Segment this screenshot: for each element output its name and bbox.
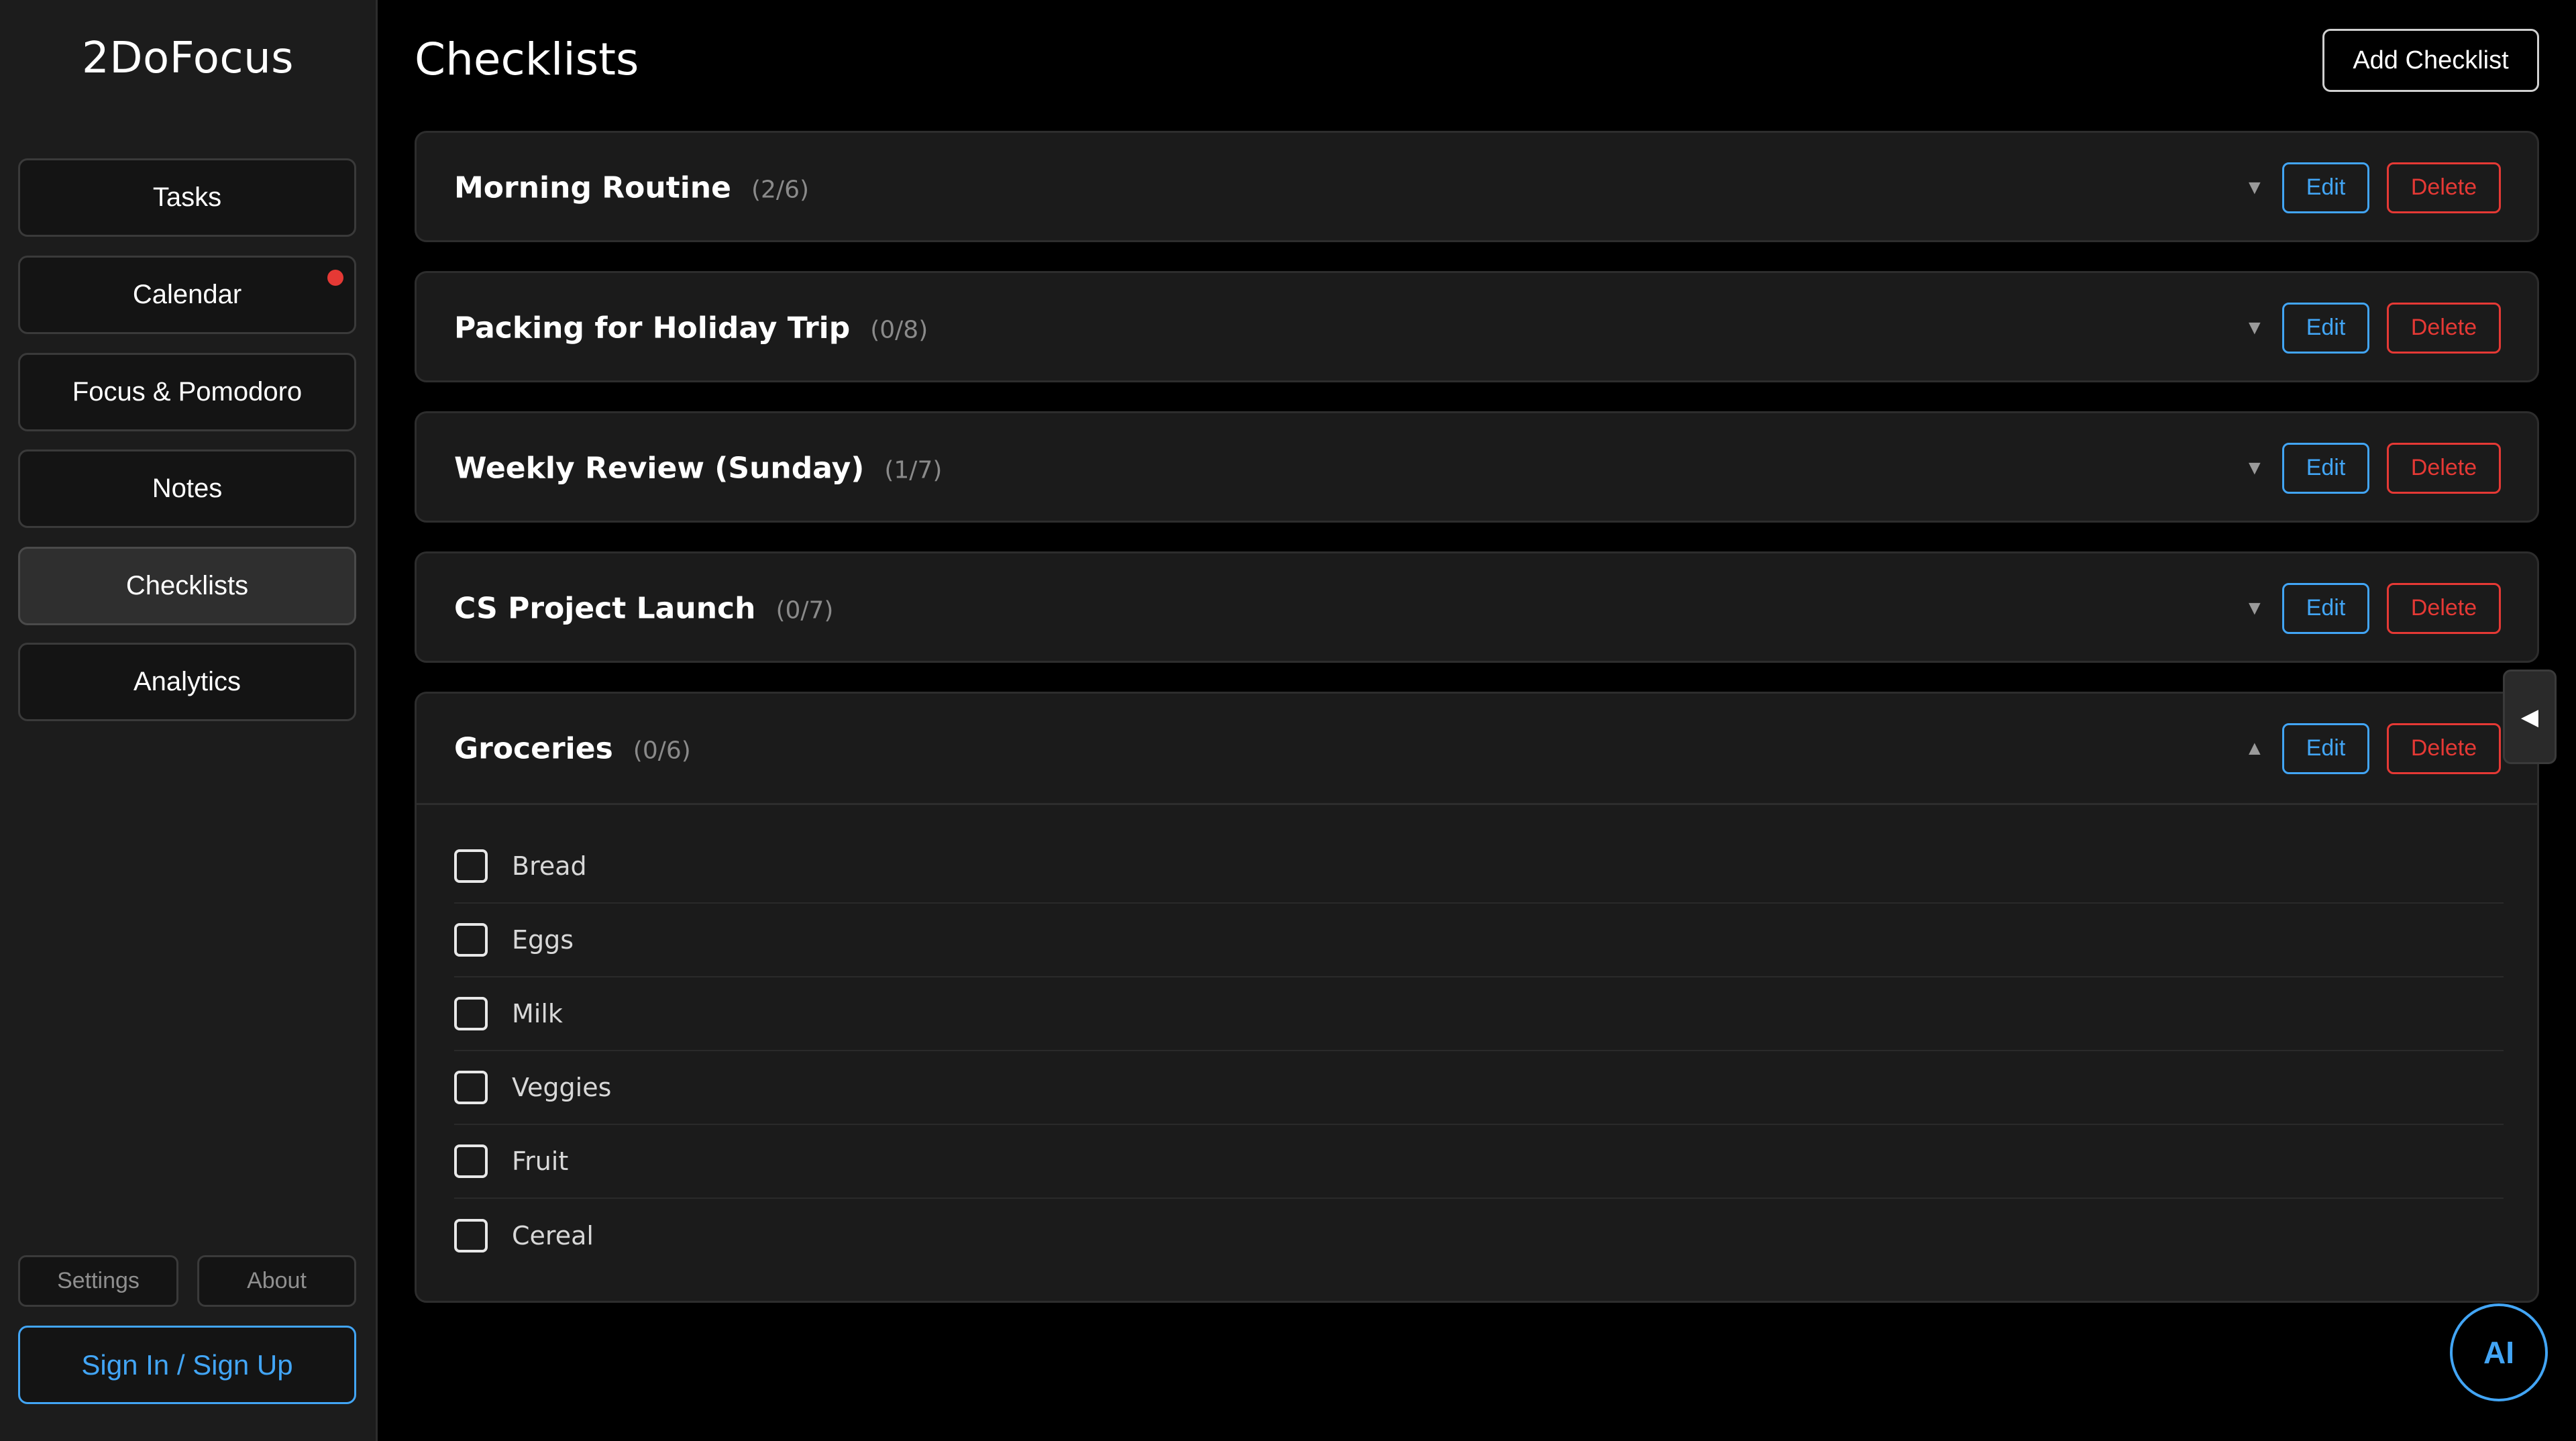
- item-checkbox[interactable]: [454, 849, 488, 883]
- item-label: Veggies: [512, 1073, 612, 1102]
- item-label: Milk: [512, 999, 563, 1028]
- item-checkbox[interactable]: [454, 1144, 488, 1178]
- checklist-title-group: Morning Routine (2/6): [454, 170, 809, 205]
- triangle-left-icon: ◀: [2520, 704, 2539, 730]
- checklist-card: Packing for Holiday Trip (0/8) ▼ Edit De…: [415, 271, 2539, 382]
- delete-button[interactable]: Delete: [2387, 162, 2501, 213]
- item-checkbox[interactable]: [454, 923, 488, 957]
- sidebar-item-label: Notes: [152, 474, 223, 503]
- sidebar-item-label: Analytics: [133, 667, 241, 696]
- sidebar-item-analytics[interactable]: Analytics: [18, 643, 356, 721]
- triangle-down-icon[interactable]: ▼: [2245, 317, 2265, 339]
- delete-button[interactable]: Delete: [2387, 302, 2501, 354]
- sidebar-item-label: Calendar: [132, 280, 242, 309]
- sidebar-item-calendar[interactable]: Calendar: [18, 256, 356, 334]
- checklist-header[interactable]: Groceries (0/6) ▲ Edit Delete: [417, 694, 2537, 803]
- sidebar-item-checklists[interactable]: Checklists: [18, 547, 356, 625]
- item-label: Cereal: [512, 1221, 594, 1250]
- checklist-name: Groceries: [454, 731, 613, 765]
- sidebar: 2DoFocus Tasks Calendar Focus & Pomodoro…: [0, 0, 378, 1441]
- page-title: Checklists: [415, 34, 639, 85]
- checklist-items: Bread Eggs Milk Veggies Fruit Cereal: [417, 803, 2537, 1252]
- list-item[interactable]: Eggs: [454, 904, 2504, 977]
- list-item[interactable]: Milk: [454, 977, 2504, 1051]
- list-item[interactable]: Veggies: [454, 1051, 2504, 1125]
- sidebar-item-tasks[interactable]: Tasks: [18, 158, 356, 237]
- checklist-name: Packing for Holiday Trip: [454, 311, 851, 345]
- triangle-down-icon[interactable]: ▼: [2245, 176, 2265, 199]
- checklist-header[interactable]: Morning Routine (2/6) ▼ Edit Delete: [417, 133, 2537, 242]
- list-item[interactable]: Cereal: [454, 1199, 2504, 1273]
- checklist-card: Weekly Review (Sunday) (1/7) ▼ Edit Dele…: [415, 411, 2539, 523]
- app-root: 2DoFocus Tasks Calendar Focus & Pomodoro…: [0, 0, 2576, 1441]
- edit-button[interactable]: Edit: [2282, 723, 2369, 774]
- checklist-progress: (1/7): [884, 456, 943, 484]
- checklist-header[interactable]: CS Project Launch (0/7) ▼ Edit Delete: [417, 553, 2537, 663]
- sidebar-item-label: Checklists: [125, 571, 249, 600]
- triangle-down-icon[interactable]: ▼: [2245, 597, 2265, 620]
- ai-assistant-button[interactable]: AI: [2450, 1303, 2548, 1401]
- item-label: Eggs: [512, 925, 574, 955]
- edit-button[interactable]: Edit: [2282, 582, 2369, 634]
- checklist-title-group: Groceries (0/6): [454, 731, 691, 765]
- sign-in-button[interactable]: Sign In / Sign Up: [18, 1326, 356, 1404]
- sidebar-item-notes[interactable]: Notes: [18, 449, 356, 528]
- sidebar-item-label: Tasks: [152, 182, 222, 212]
- checklist-header[interactable]: Packing for Holiday Trip (0/8) ▼ Edit De…: [417, 273, 2537, 382]
- panel-toggle-button[interactable]: ◀: [2503, 670, 2557, 764]
- delete-button[interactable]: Delete: [2387, 582, 2501, 634]
- edit-button[interactable]: Edit: [2282, 442, 2369, 494]
- item-label: Fruit: [512, 1146, 569, 1176]
- list-item[interactable]: Bread: [454, 830, 2504, 904]
- app-logo: 2DoFocus: [82, 34, 294, 83]
- add-checklist-button[interactable]: Add Checklist: [2322, 29, 2539, 92]
- checklist-title-group: Weekly Review (Sunday) (1/7): [454, 451, 942, 485]
- checklist-progress: (0/8): [870, 316, 928, 343]
- checklist-card-expanded: Groceries (0/6) ▲ Edit Delete Bread Eggs…: [415, 692, 2539, 1303]
- checklist-name: Weekly Review (Sunday): [454, 451, 865, 485]
- sidebar-item-focus-pomodoro[interactable]: Focus & Pomodoro: [18, 353, 356, 431]
- triangle-up-icon[interactable]: ▲: [2245, 737, 2265, 760]
- triangle-down-icon[interactable]: ▼: [2245, 457, 2265, 480]
- checklist-header[interactable]: Weekly Review (Sunday) (1/7) ▼ Edit Dele…: [417, 413, 2537, 523]
- checklist-progress: (2/6): [751, 176, 810, 203]
- checklist-name: CS Project Launch: [454, 591, 756, 625]
- delete-button[interactable]: Delete: [2387, 723, 2501, 774]
- delete-button[interactable]: Delete: [2387, 442, 2501, 494]
- checklist-progress: (0/6): [633, 737, 691, 764]
- item-checkbox[interactable]: [454, 1219, 488, 1252]
- about-button[interactable]: About: [197, 1255, 356, 1307]
- item-checkbox[interactable]: [454, 1071, 488, 1104]
- checklist-title-group: CS Project Launch (0/7): [454, 591, 833, 625]
- checklist-progress: (0/7): [775, 596, 834, 624]
- item-checkbox[interactable]: [454, 997, 488, 1030]
- item-label: Bread: [512, 851, 587, 881]
- checklist-name: Morning Routine: [454, 170, 731, 205]
- settings-button[interactable]: Settings: [18, 1255, 178, 1307]
- list-item[interactable]: Fruit: [454, 1125, 2504, 1199]
- checklist-card: CS Project Launch (0/7) ▼ Edit Delete: [415, 551, 2539, 663]
- checklist-title-group: Packing for Holiday Trip (0/8): [454, 311, 928, 345]
- sidebar-item-label: Focus & Pomodoro: [72, 377, 303, 407]
- notification-dot: [327, 270, 343, 286]
- edit-button[interactable]: Edit: [2282, 302, 2369, 354]
- edit-button[interactable]: Edit: [2282, 162, 2369, 213]
- checklist-card: Morning Routine (2/6) ▼ Edit Delete: [415, 131, 2539, 242]
